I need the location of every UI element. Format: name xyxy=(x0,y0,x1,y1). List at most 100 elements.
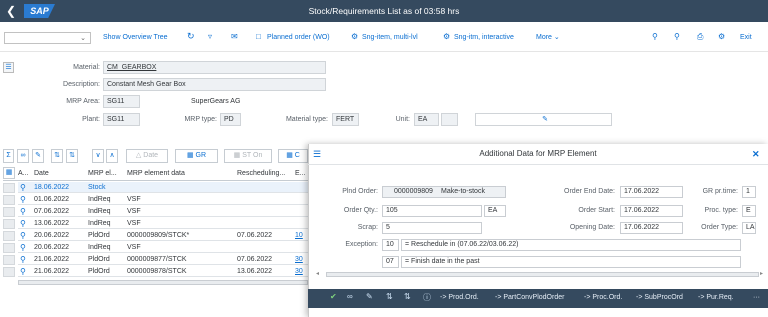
cell-exception[interactable]: 10 xyxy=(295,230,309,241)
chevron-down-icon: ⌄ xyxy=(80,35,86,42)
cell-exception[interactable]: 30 xyxy=(295,254,309,265)
col-header-date[interactable]: Date xyxy=(34,168,84,179)
to-sub-process-order-button[interactable]: -> SubProcOrd xyxy=(636,293,683,303)
checkmark-icon[interactable]: ✔ xyxy=(330,292,337,301)
mrp-type-field[interactable]: PD xyxy=(220,113,241,126)
show-overview-tree-button[interactable]: Show Overview Tree xyxy=(103,33,168,43)
procurement-type-field[interactable]: E xyxy=(742,205,756,217)
row-selector[interactable] xyxy=(3,195,15,205)
magnifier-icon[interactable]: ⚲ xyxy=(20,194,26,205)
magnifier-icon[interactable]: ⚲ xyxy=(20,206,26,217)
exception-code-field[interactable]: 10 xyxy=(382,239,399,251)
col-header-alert[interactable]: A... xyxy=(18,168,32,179)
order-qty-unit-field[interactable]: EA xyxy=(484,205,506,217)
sum-icon[interactable]: Σ xyxy=(3,149,14,163)
settings-icon[interactable]: ⚙ xyxy=(718,32,725,41)
planned-order-button[interactable]: Planned order (WO) xyxy=(267,33,330,43)
order-end-date-field[interactable]: 17.06.2022 xyxy=(620,186,683,198)
to-purchase-requisition-button[interactable]: -> Pur.Req. xyxy=(698,293,734,303)
header-toggle-icon[interactable]: ☰ xyxy=(3,62,14,73)
cell-exception[interactable]: 30 xyxy=(295,266,309,277)
view-select[interactable]: ⌄ xyxy=(4,32,91,44)
scroll-right-icon[interactable]: ▸ xyxy=(760,270,763,277)
sort-descending-icon[interactable]: ⇅ xyxy=(66,149,78,163)
order-type-field[interactable]: LA xyxy=(742,222,756,234)
row-selector[interactable] xyxy=(3,219,15,229)
order-qty-field[interactable]: 105 xyxy=(382,205,482,217)
row-selector[interactable] xyxy=(3,267,15,277)
single-item-interactive-button[interactable]: Sng-itm, interactive xyxy=(454,33,514,43)
to-production-order-button[interactable]: -> Prod.Ord. xyxy=(440,293,479,303)
magnifier-icon[interactable]: ⚲ xyxy=(20,182,26,193)
planned-order-field[interactable]: 0000009809 Make-to-stock xyxy=(382,186,506,198)
mail-icon[interactable]: ✉ xyxy=(231,32,238,41)
dialog-horizontal-scrollbar[interactable] xyxy=(326,272,759,277)
planned-order-label: Plnd Order: xyxy=(342,188,378,195)
row-selector[interactable] xyxy=(3,255,15,265)
row-selector[interactable] xyxy=(3,231,15,241)
description-label: Description: xyxy=(63,81,100,88)
material-type-field[interactable]: FERT xyxy=(332,113,359,126)
pencil-icon[interactable]: ✎ xyxy=(366,292,373,301)
unit-field[interactable]: EA xyxy=(414,113,439,126)
row-selector[interactable] xyxy=(3,243,15,253)
gr-processing-time-field[interactable]: 1 xyxy=(742,186,756,198)
grid-more-button[interactable]: ▦ C xyxy=(278,149,308,163)
opening-date-field[interactable]: 17.06.2022 xyxy=(620,222,683,234)
col-header-exception[interactable]: E... xyxy=(295,168,309,179)
material-field[interactable]: CM_GEARBOX xyxy=(103,61,326,74)
cell-mrp-element: IndReq xyxy=(88,208,111,215)
sort-ascending-icon[interactable]: ⇅ xyxy=(386,292,393,301)
search-plus-icon[interactable]: ⚲ xyxy=(674,32,680,41)
magnifier-icon[interactable]: ⚲ xyxy=(20,242,26,253)
scroll-left-icon[interactable]: ◂ xyxy=(316,270,319,277)
filter-icon[interactable]: ▿ xyxy=(208,32,212,41)
more-options-icon[interactable]: ··· xyxy=(753,293,760,303)
plant-field[interactable]: SG11 xyxy=(103,113,140,126)
date-button[interactable]: △ Date xyxy=(126,149,168,163)
col-header-rescheduling[interactable]: Rescheduling... xyxy=(237,168,291,179)
cell-date: 21.06.2022 xyxy=(34,256,70,263)
magnifier-icon[interactable]: ⚲ xyxy=(20,266,26,277)
glasses-icon[interactable]: ∞ xyxy=(347,292,353,301)
details-button[interactable]: ✎ xyxy=(475,113,612,126)
to-process-order-button[interactable]: -> Proc.Ord. xyxy=(584,293,622,303)
expand-down-icon[interactable]: ∨ xyxy=(92,149,104,163)
search-icon[interactable]: ⚲ xyxy=(652,32,658,41)
order-start-field[interactable]: 17.06.2022 xyxy=(620,205,683,217)
col-header-mrp-element-data[interactable]: MRP element data xyxy=(127,168,231,179)
sort-ascending-icon[interactable]: ⇅ xyxy=(51,149,63,163)
pencil-icon[interactable]: ✎ xyxy=(32,149,44,163)
more-button[interactable]: More ⌄ xyxy=(536,33,560,43)
gr-button[interactable]: ▦ GR xyxy=(175,149,218,163)
close-icon[interactable]: ✕ xyxy=(752,149,760,160)
magnifier-icon[interactable]: ⚲ xyxy=(20,254,26,265)
col-header-mrp-element[interactable]: MRP el... xyxy=(88,168,124,179)
collapse-up-icon[interactable]: ∧ xyxy=(106,149,118,163)
refresh-icon[interactable]: ↻ xyxy=(187,31,195,42)
exception-code-field-2[interactable]: 07 xyxy=(382,256,399,268)
glasses-icon[interactable]: ∞ xyxy=(17,149,29,163)
header-divider xyxy=(3,180,308,181)
select-all-icon[interactable]: ▦ xyxy=(3,167,15,179)
material-type-label: Material type: xyxy=(285,116,328,123)
st-on-button[interactable]: ▦ ST On xyxy=(224,149,272,163)
to-part-conversion-planned-order-button[interactable]: -> PartConvPlodOrder xyxy=(495,293,564,303)
exit-button[interactable]: Exit xyxy=(740,33,752,43)
cell-mrp-element-data: 0000009877/STCK xyxy=(127,256,187,263)
description-field[interactable]: Constant Mesh Gear Box xyxy=(103,78,326,91)
cell-date: 01.06.2022 xyxy=(34,196,70,203)
gear-icon: ⚙ xyxy=(443,32,451,41)
scrap-field[interactable]: 5 xyxy=(382,222,482,234)
single-item-multilevel-button[interactable]: Sng-item, multi-lvl xyxy=(362,33,418,43)
row-selector[interactable] xyxy=(3,183,15,193)
cell-rescheduling: 07.06.2022 xyxy=(237,232,273,239)
magnifier-icon[interactable]: ⚲ xyxy=(20,218,26,229)
magnifier-icon[interactable]: ⚲ xyxy=(20,230,26,241)
info-icon[interactable]: ⓘ xyxy=(423,292,431,303)
sort-descending-icon[interactable]: ⇅ xyxy=(404,292,411,301)
print-icon[interactable]: ⎙ xyxy=(697,32,703,42)
table-horizontal-scrollbar[interactable] xyxy=(18,280,308,285)
mrp-area-field[interactable]: SG11 xyxy=(103,95,140,108)
row-selector[interactable] xyxy=(3,207,15,217)
